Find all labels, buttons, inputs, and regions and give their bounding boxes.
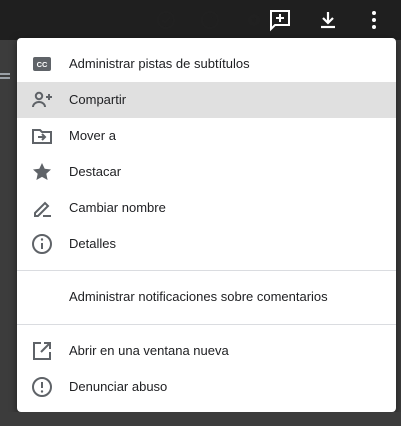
info-icon: [32, 234, 52, 254]
background-strip: [0, 412, 401, 426]
more-vert-icon[interactable]: [362, 8, 386, 32]
report-alert-icon: [32, 377, 52, 397]
person-add-icon: [32, 91, 52, 108]
menu-item-label: Administrar pistas de subtítulos: [69, 56, 250, 71]
help-icon[interactable]: ?: [198, 8, 222, 32]
svg-text:CC: CC: [37, 60, 48, 69]
menu-item-label: Denunciar abuso: [69, 379, 168, 394]
check-circle-icon[interactable]: [154, 8, 178, 32]
open-in-new-icon: [33, 342, 51, 360]
menu-item-label: Mover a: [69, 128, 116, 143]
menu-item-manage-subtitles[interactable]: CC Administrar pistas de subtítulos: [17, 46, 396, 82]
svg-text:?: ?: [207, 15, 213, 27]
menu-divider: [17, 270, 396, 271]
menu-item-star[interactable]: Destacar: [17, 154, 396, 190]
menu-item-label: Cambiar nombre: [69, 200, 166, 215]
menu-item-label: Abrir en una ventana nueva: [69, 343, 229, 358]
more-actions-menu: CC Administrar pistas de subtítulos Comp…: [17, 38, 396, 412]
edit-pencil-icon: [34, 201, 51, 217]
menu-item-open-new-window[interactable]: Abrir en una ventana nueva: [17, 333, 396, 369]
menu-divider: [17, 324, 396, 325]
menu-item-rename[interactable]: Cambiar nombre: [17, 190, 396, 226]
subtitles-icon: CC: [33, 57, 51, 71]
link-icon: [0, 73, 10, 79]
menu-item-report-abuse[interactable]: Denunciar abuso: [17, 369, 396, 405]
menu-item-manage-comment-notifications[interactable]: Administrar notificaciones sobre comenta…: [17, 279, 396, 315]
download-icon[interactable]: [316, 8, 340, 32]
menu-item-label: Destacar: [69, 164, 122, 179]
menu-item-share[interactable]: Compartir: [17, 82, 396, 118]
menu-item-label: Administrar notificaciones sobre comenta…: [69, 289, 328, 304]
move-to-folder-icon: [32, 129, 52, 144]
menu-item-move-to[interactable]: Mover a: [17, 118, 396, 154]
star-icon: [33, 163, 51, 180]
viewer-toolbar: ?: [0, 0, 401, 40]
menu-item-label: Compartir: [69, 92, 127, 107]
settings-gear-icon[interactable]: [242, 8, 266, 32]
add-comment-icon[interactable]: [268, 8, 292, 32]
menu-item-label: Detalles: [69, 236, 116, 251]
menu-item-details[interactable]: Detalles: [17, 226, 396, 262]
